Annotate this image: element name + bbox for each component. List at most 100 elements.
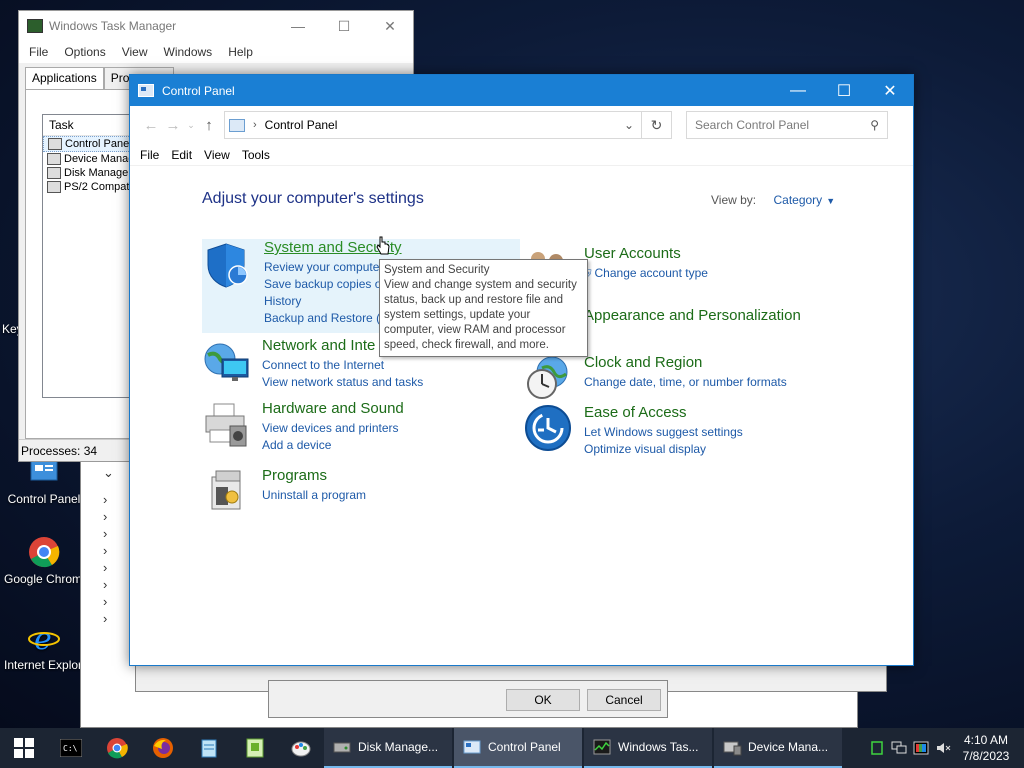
category-link-label: Change account type — [594, 266, 708, 280]
menu-file[interactable]: File — [134, 148, 165, 162]
desktop-icon-internet-explorer[interactable]: e Internet Explorer — [4, 622, 84, 672]
windows-logo-icon — [14, 738, 34, 758]
cancel-button[interactable]: Cancel — [587, 689, 661, 711]
task-manager-icon — [27, 19, 43, 33]
back-arrow-icon[interactable]: ← — [140, 117, 162, 134]
dropdown-arrow-icon[interactable]: ▼ — [826, 196, 835, 206]
ease-of-access-icon — [524, 404, 576, 456]
internet-explorer-icon: e — [28, 622, 60, 657]
paint-icon[interactable] — [278, 728, 324, 768]
taskbar-button-disk-management[interactable]: Disk Manage... — [324, 728, 452, 768]
menu-windows[interactable]: Windows — [156, 45, 221, 59]
chevron-down-icon[interactable]: ⌄ — [617, 118, 641, 132]
control-panel-icon — [462, 738, 482, 756]
menu-view[interactable]: View — [198, 148, 236, 162]
menu-tools[interactable]: Tools — [236, 148, 276, 162]
network-icon[interactable] — [888, 728, 910, 768]
desktop-icon-control-panel[interactable]: Control Panel — [4, 456, 84, 506]
forward-arrow-icon[interactable]: → — [162, 117, 184, 134]
category-programs[interactable]: Programs Uninstall a program — [202, 467, 366, 519]
search-icon[interactable]: ⚲ — [870, 118, 879, 132]
recent-locations-chevron-icon[interactable]: ⌄ — [184, 120, 198, 131]
taskbar-button-task-manager[interactable]: Windows Tas... — [584, 728, 712, 768]
firefox-icon[interactable] — [140, 728, 186, 768]
category-title[interactable]: Clock and Region — [584, 354, 787, 371]
notepad-icon[interactable] — [186, 728, 232, 768]
menu-view[interactable]: View — [114, 45, 156, 59]
category-link[interactable]: Add a device — [262, 437, 404, 454]
category-link[interactable]: Change date, time, or number formats — [584, 374, 787, 391]
task-manager-titlebar[interactable]: Windows Task Manager — ☐ ✕ — [19, 11, 413, 41]
minimize-icon[interactable]: — — [275, 11, 321, 41]
shield-icon — [204, 241, 256, 293]
category-title[interactable]: Appearance and Personalization — [584, 307, 801, 324]
column-header-task[interactable]: Task — [43, 115, 141, 136]
menu-help[interactable]: Help — [220, 45, 261, 59]
control-panel-menubar: File Edit View Tools — [130, 144, 913, 166]
category-ease-of-access[interactable]: Ease of Access Let Windows suggest setti… — [524, 404, 743, 458]
hand-cursor-icon — [376, 236, 390, 259]
menu-edit[interactable]: Edit — [165, 148, 198, 162]
category-link[interactable]: View network status and tasks — [262, 374, 423, 391]
svg-text:C:\: C:\ — [63, 744, 78, 753]
close-icon[interactable]: ✕ — [367, 11, 413, 41]
menu-file[interactable]: File — [21, 45, 56, 59]
clock-date: 7/8/2023 — [962, 749, 1010, 763]
search-placeholder: Search Control Panel — [695, 118, 810, 132]
taskbar-button-control-panel[interactable]: Control Panel — [454, 728, 582, 768]
category-link[interactable]: Uninstall a program — [262, 487, 366, 504]
start-button[interactable] — [0, 728, 48, 768]
category-clock-and-region[interactable]: Clock and Region Change date, time, or n… — [524, 354, 787, 406]
up-arrow-icon[interactable]: ↑ — [198, 117, 220, 134]
list-item[interactable]: PS/2 Compatible — [43, 180, 141, 194]
cmd-icon[interactable]: C:\ — [48, 728, 94, 768]
category-title[interactable]: Ease of Access — [584, 404, 743, 421]
category-link[interactable]: ⛨Change account type — [584, 265, 708, 283]
task-list[interactable]: Task Control Panel Device Manager Disk M… — [42, 114, 142, 398]
minimize-icon[interactable]: — — [775, 75, 821, 106]
tooltip-title: System and Security — [384, 264, 490, 276]
taskbar-button-label: Control Panel — [488, 740, 561, 754]
address-bar[interactable]: › Control Panel ⌄ — [224, 111, 642, 139]
ok-button[interactable]: OK — [506, 689, 580, 711]
category-link[interactable]: Connect to the Internet — [262, 357, 423, 374]
taskbar-button-label: Windows Tas... — [618, 740, 699, 754]
clock[interactable]: 4:10 AM 7/8/2023 — [954, 732, 1018, 764]
control-panel-titlebar[interactable]: Control Panel — ☐ ✕ — [130, 75, 913, 106]
printer-icon — [202, 400, 254, 452]
breadcrumb-separator-icon[interactable]: › — [253, 119, 257, 131]
tooltip: System and Security View and change syst… — [379, 259, 588, 357]
maximize-icon[interactable]: ☐ — [321, 11, 367, 41]
page-title: Adjust your computer's settings — [202, 190, 424, 207]
list-item[interactable]: Control Panel — [43, 136, 141, 152]
list-item[interactable]: Disk Management — [43, 166, 141, 180]
maximize-icon[interactable]: ☐ — [821, 75, 867, 106]
chrome-icon — [28, 536, 60, 568]
network-globe-icon — [202, 337, 254, 389]
notepad-plus-icon[interactable] — [232, 728, 278, 768]
menu-options[interactable]: Options — [56, 45, 113, 59]
color-display-icon[interactable] — [910, 728, 932, 768]
category-link[interactable]: Optimize visual display — [584, 441, 743, 458]
list-item[interactable]: Device Manager — [43, 152, 141, 166]
refresh-icon[interactable]: ↻ — [642, 111, 672, 139]
desktop-icon-chrome[interactable]: Google Chrome — [4, 536, 84, 586]
control-panel-window[interactable]: Control Panel — ☐ ✕ ← → ⌄ ↑ › Control Pa… — [129, 74, 914, 666]
search-input[interactable]: Search Control Panel ⚲ — [686, 111, 888, 139]
close-icon[interactable]: ✕ — [867, 75, 913, 106]
category-title[interactable]: Hardware and Sound — [262, 400, 404, 417]
tab-applications[interactable]: Applications — [25, 67, 104, 89]
taskbar-button-device-manager[interactable]: Device Mana... — [714, 728, 842, 768]
breadcrumb[interactable]: Control Panel — [265, 118, 338, 132]
category-link[interactable]: Let Windows suggest settings — [584, 424, 743, 441]
category-hardware-and-sound[interactable]: Hardware and Sound View devices and prin… — [202, 400, 404, 454]
svg-text:e: e — [34, 622, 52, 654]
chrome-icon[interactable] — [94, 728, 140, 768]
category-title[interactable]: User Accounts — [584, 245, 708, 262]
category-link[interactable]: View devices and printers — [262, 420, 404, 437]
device-manager-icon — [722, 738, 742, 756]
volume-muted-icon[interactable] — [932, 728, 954, 768]
green-square-icon[interactable] — [866, 728, 888, 768]
view-by-dropdown[interactable]: Category — [773, 193, 822, 207]
category-title[interactable]: Programs — [262, 467, 366, 484]
